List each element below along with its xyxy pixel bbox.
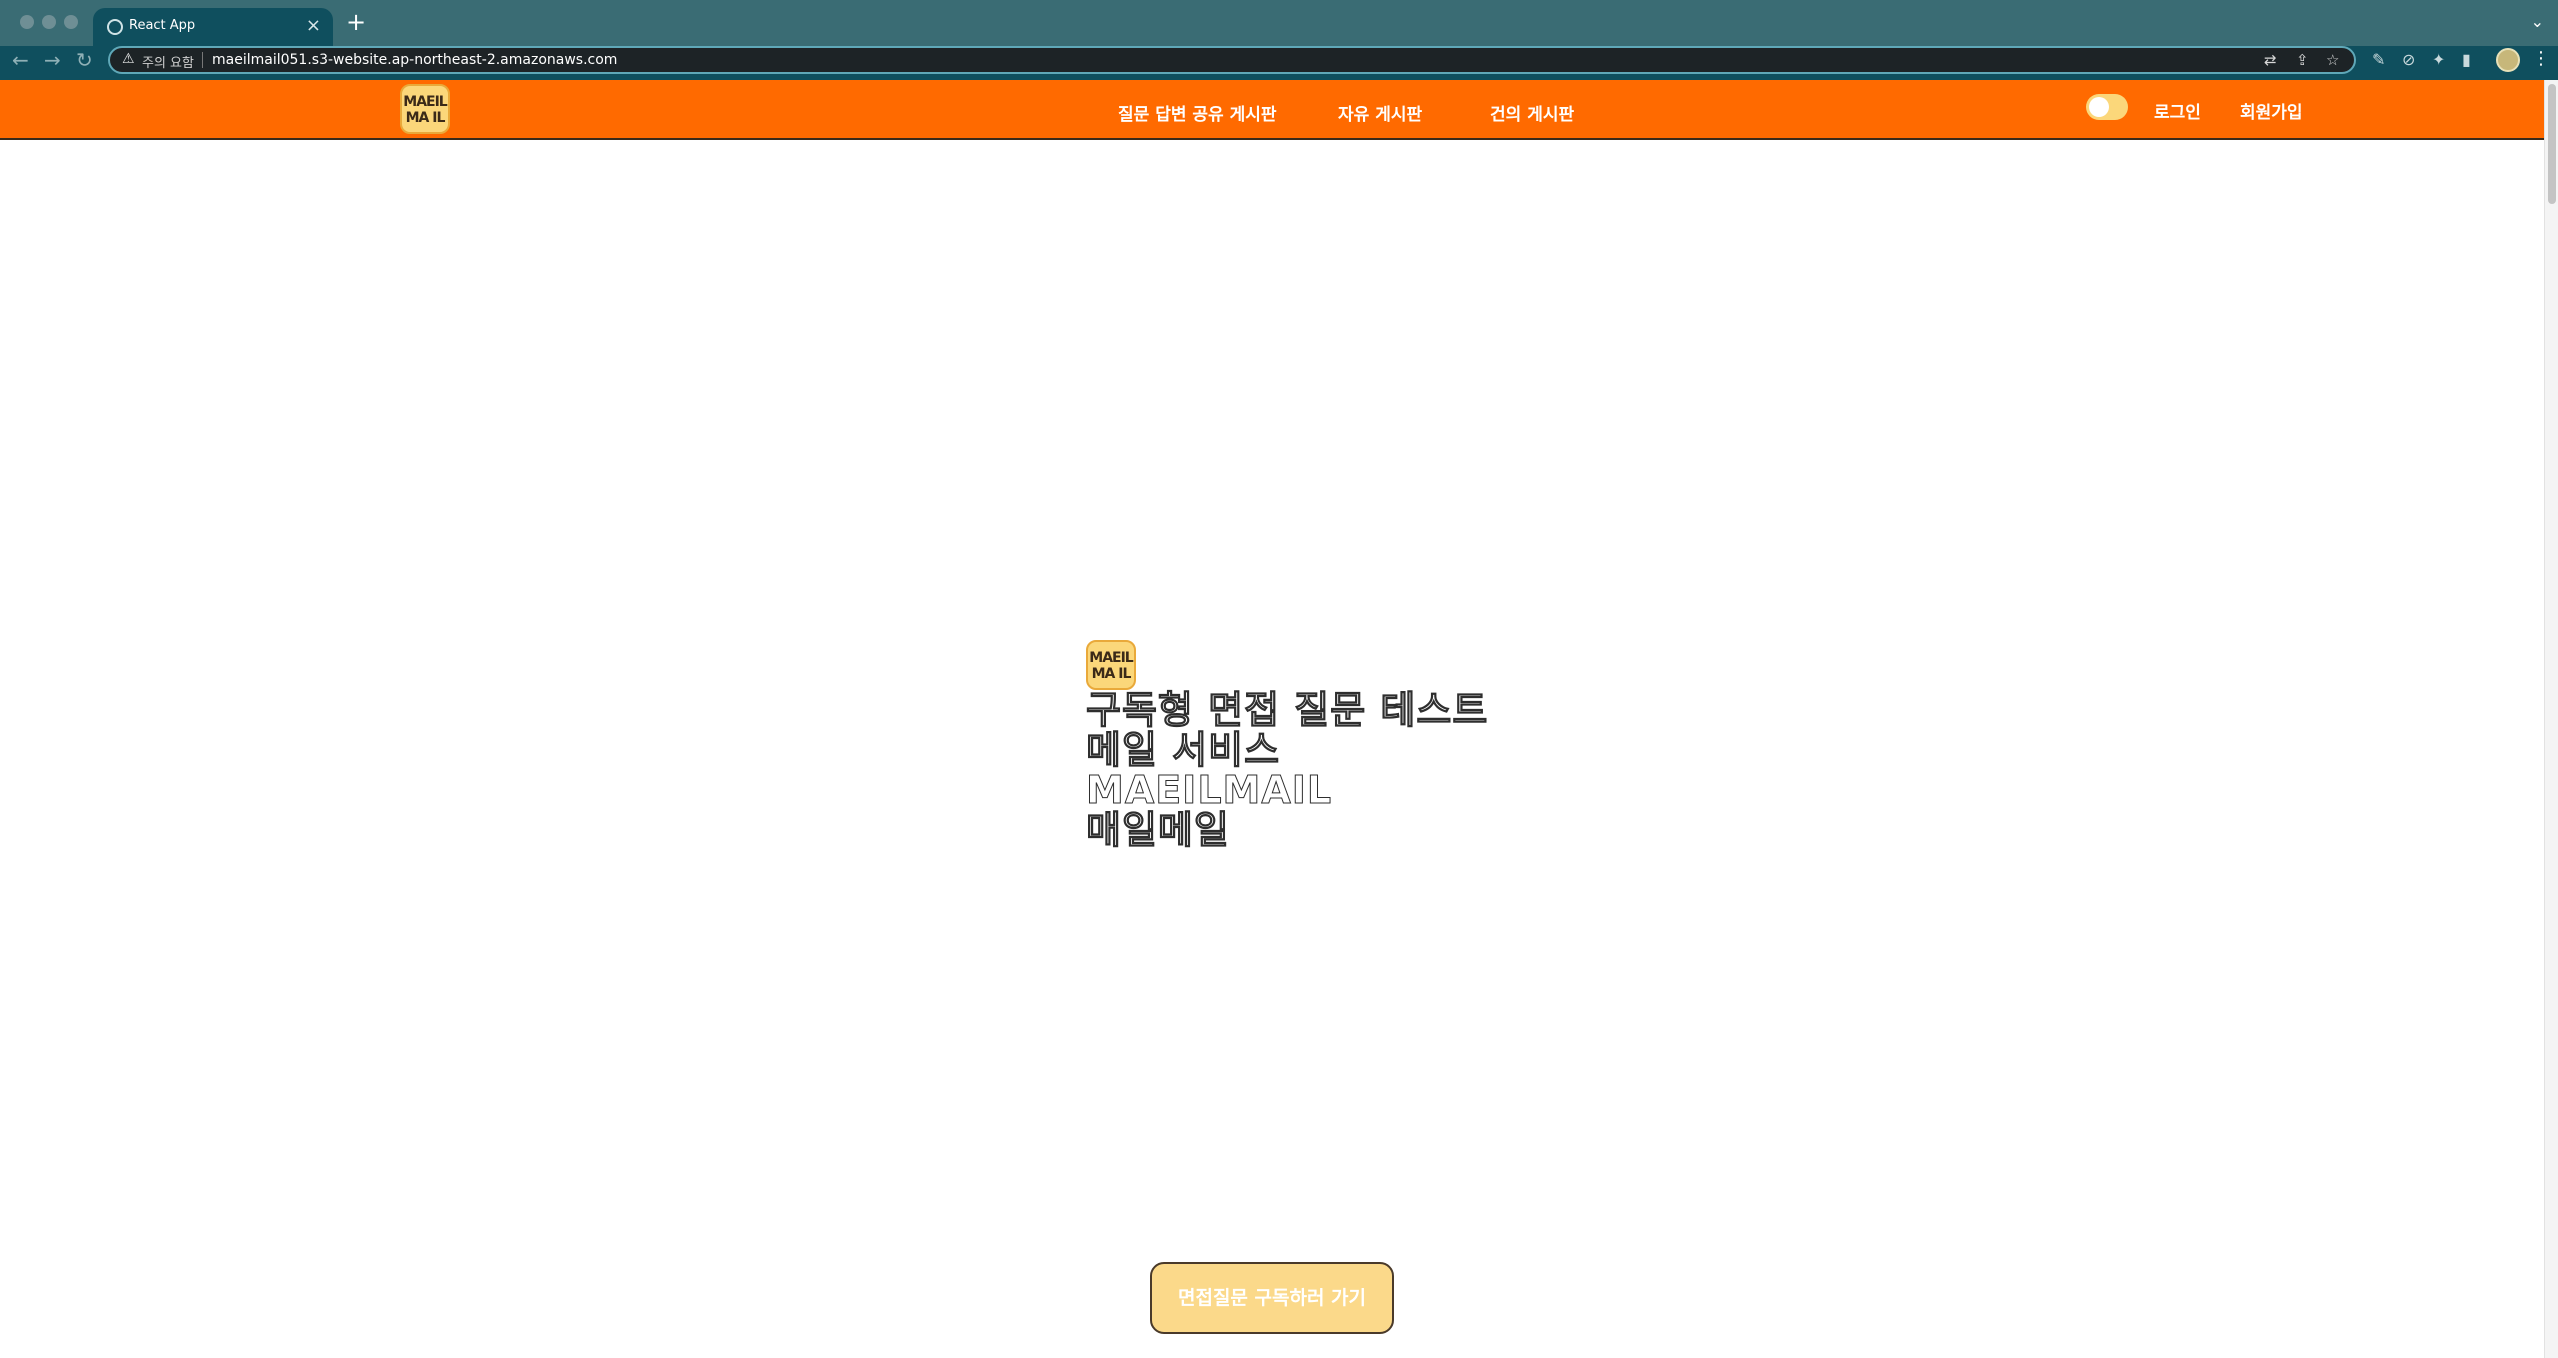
hero-logo: MAEIL MA IL [1086, 640, 1136, 690]
tab-search-chevron-icon[interactable]: ⌄ [2531, 12, 2544, 31]
bookmark-star-icon[interactable]: ☆ [2326, 51, 2339, 69]
hero-section: MAEIL MA IL 구독형 면접 질문 테스트 메일 서비스 MAEILMA… [1086, 640, 1546, 852]
warning-triangle-icon[interactable]: ⚠ [122, 51, 135, 67]
login-link[interactable]: 로그인 [2154, 98, 2201, 123]
window-minimize-dot[interactable] [42, 15, 56, 29]
compass-extension-icon[interactable]: ⊘ [2402, 50, 2415, 69]
reload-icon[interactable]: ↻ [76, 48, 93, 72]
nav-suggestion-board[interactable]: 건의 게시판 [1490, 100, 1574, 125]
logo-line-1: MAEIL [403, 94, 447, 110]
hero-headline-line-2: 메일 서비스 [1086, 728, 1281, 772]
side-panel-icon[interactable]: ▮ [2462, 50, 2471, 69]
url-text[interactable]: maeilmail051.s3-website.ap-northeast-2.a… [212, 52, 617, 68]
theme-toggle[interactable] [2086, 94, 2128, 120]
browser-tab-active[interactable]: React App × [93, 8, 333, 46]
extension-icon[interactable]: ✎ [2372, 50, 2385, 69]
address-bar[interactable]: ⚠ 주의 요함 maeilmail051.s3-website.ap-north… [108, 46, 2356, 74]
browser-tab-bar: React App × + ⌄ [0, 0, 2558, 46]
subscribe-cta-button[interactable]: 면접질문 구독하러 가기 [1150, 1262, 1394, 1334]
hero-logo-line-2: MA IL [1091, 666, 1132, 682]
share-icon[interactable]: ⇪ [2296, 51, 2309, 69]
translate-icon[interactable]: ⇄ [2264, 51, 2277, 69]
window-zoom-dot[interactable] [64, 15, 78, 29]
signup-link[interactable]: 회원가입 [2240, 98, 2303, 123]
back-arrow-icon[interactable]: ← [12, 48, 29, 72]
browser-menu-icon[interactable]: ⋮ [2532, 48, 2550, 69]
page-scrollbar[interactable] [2544, 80, 2558, 1358]
profile-avatar[interactable] [2496, 48, 2520, 72]
page-content: MAEIL MA IL 질문 답변 공유 게시판 자유 게시판 건의 게시판 로… [0, 80, 2544, 1358]
window-close-dot[interactable] [20, 15, 34, 29]
hero-headline-line-3: MAEILMAIL [1086, 768, 1333, 812]
toggle-knob [2089, 97, 2109, 117]
hero-logo-line-1: MAEIL [1089, 650, 1133, 666]
nav-free-board[interactable]: 자유 게시판 [1338, 100, 1422, 125]
address-separator [202, 52, 203, 68]
tab-title: React App [129, 18, 196, 33]
security-status-text[interactable]: 주의 요함 [142, 52, 194, 71]
new-tab-button[interactable]: + [346, 8, 366, 36]
site-header: MAEIL MA IL 질문 답변 공유 게시판 자유 게시판 건의 게시판 로… [0, 80, 2544, 140]
forward-arrow-icon[interactable]: → [44, 48, 61, 72]
hero-headline-line-1: 구독형 면접 질문 테스트 [1086, 688, 1489, 732]
hero-headline-line-4: 매일메일 [1086, 808, 1230, 852]
logo-line-2: MA IL [405, 110, 446, 126]
globe-icon [107, 19, 123, 35]
nav-qa-board[interactable]: 질문 답변 공유 게시판 [1118, 100, 1277, 125]
site-logo[interactable]: MAEIL MA IL [400, 84, 450, 134]
scrollbar-thumb[interactable] [2548, 84, 2556, 204]
tab-close-icon[interactable]: × [306, 15, 321, 36]
puzzle-extensions-icon[interactable]: ✦ [2432, 50, 2445, 69]
browser-toolbar: ← → ↻ ⚠ 주의 요함 maeilmail051.s3-website.ap… [0, 46, 2558, 80]
